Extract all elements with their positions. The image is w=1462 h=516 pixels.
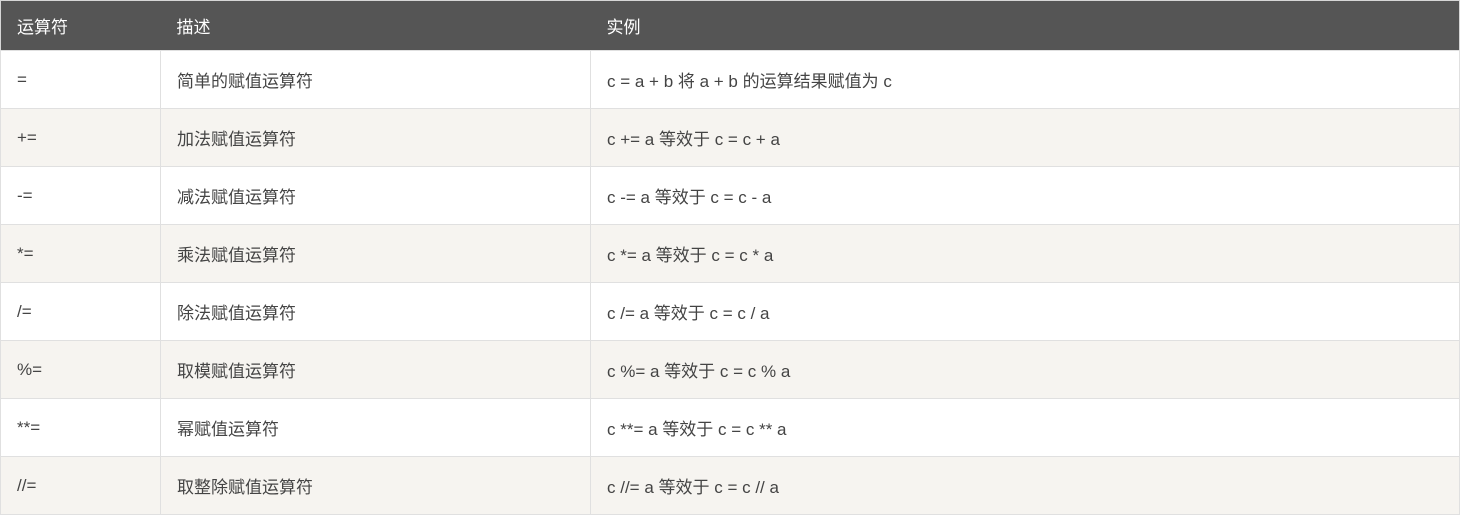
cell-example: c /= a 等效于 c = c / a — [591, 283, 1460, 341]
table-row: **= 幂赋值运算符 c **= a 等效于 c = c ** a — [1, 399, 1460, 457]
table-header-row: 运算符 描述 实例 — [1, 1, 1460, 51]
cell-operator: //= — [1, 457, 161, 515]
header-operator: 运算符 — [1, 1, 161, 51]
cell-description: 取整除赋值运算符 — [161, 457, 591, 515]
cell-description: 取模赋值运算符 — [161, 341, 591, 399]
cell-operator: -= — [1, 167, 161, 225]
cell-description: 乘法赋值运算符 — [161, 225, 591, 283]
header-description: 描述 — [161, 1, 591, 51]
table-row: /= 除法赋值运算符 c /= a 等效于 c = c / a — [1, 283, 1460, 341]
cell-operator: %= — [1, 341, 161, 399]
cell-operator: **= — [1, 399, 161, 457]
table-row: -= 减法赋值运算符 c -= a 等效于 c = c - a — [1, 167, 1460, 225]
cell-example: c += a 等效于 c = c + a — [591, 109, 1460, 167]
cell-description: 除法赋值运算符 — [161, 283, 591, 341]
cell-description: 幂赋值运算符 — [161, 399, 591, 457]
table-row: %= 取模赋值运算符 c %= a 等效于 c = c % a — [1, 341, 1460, 399]
table-row: = 简单的赋值运算符 c = a + b 将 a + b 的运算结果赋值为 c — [1, 51, 1460, 109]
cell-example: c -= a 等效于 c = c - a — [591, 167, 1460, 225]
cell-description: 加法赋值运算符 — [161, 109, 591, 167]
header-example: 实例 — [591, 1, 1460, 51]
cell-example: c **= a 等效于 c = c ** a — [591, 399, 1460, 457]
cell-operator: = — [1, 51, 161, 109]
table-row: //= 取整除赋值运算符 c //= a 等效于 c = c // a — [1, 457, 1460, 515]
operators-table: 运算符 描述 实例 = 简单的赋值运算符 c = a + b 将 a + b 的… — [0, 0, 1460, 515]
cell-operator: *= — [1, 225, 161, 283]
cell-example: c //= a 等效于 c = c // a — [591, 457, 1460, 515]
cell-description: 减法赋值运算符 — [161, 167, 591, 225]
table-row: += 加法赋值运算符 c += a 等效于 c = c + a — [1, 109, 1460, 167]
cell-operator: += — [1, 109, 161, 167]
cell-description: 简单的赋值运算符 — [161, 51, 591, 109]
table-row: *= 乘法赋值运算符 c *= a 等效于 c = c * a — [1, 225, 1460, 283]
cell-example: c %= a 等效于 c = c % a — [591, 341, 1460, 399]
cell-example: c *= a 等效于 c = c * a — [591, 225, 1460, 283]
cell-example: c = a + b 将 a + b 的运算结果赋值为 c — [591, 51, 1460, 109]
cell-operator: /= — [1, 283, 161, 341]
